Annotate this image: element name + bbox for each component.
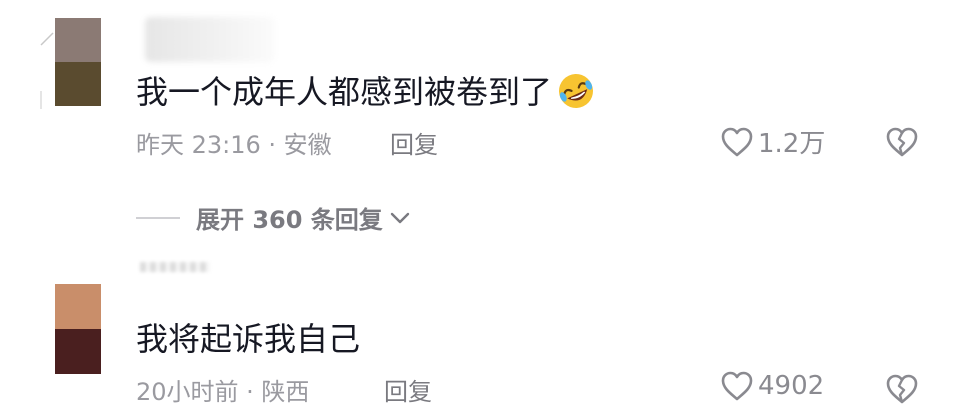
divider (136, 216, 180, 219)
heart-outline-icon (721, 127, 753, 156)
like-button[interactable]: 1.2万 (720, 123, 825, 160)
expand-replies-label: 展开 360 条回复 (196, 206, 383, 234)
like-count: 4902 (758, 371, 825, 401)
reply-button[interactable]: 回复 (384, 372, 432, 407)
comment-text: 我一个成年人都感到被卷到了 (136, 71, 596, 112)
nickname-redacted[interactable] (145, 17, 275, 62)
expand-replies-button[interactable]: 展开 360 条回复 (136, 200, 411, 235)
reply-button[interactable]: 回复 (390, 125, 438, 160)
comment-item: 我将起诉我自己 20小时前 · 陕西 回复 4902 (0, 262, 960, 413)
comment-text: 我将起诉我自己 (136, 320, 361, 358)
heart-outline-icon (721, 371, 753, 401)
broken-heart-icon[interactable] (885, 126, 919, 158)
like-button[interactable]: 4902 (720, 370, 824, 402)
like-count: 1.2万 (758, 129, 826, 159)
comment-time-location: 昨天 23:16 · 安徽 (136, 131, 332, 159)
nickname-redacted (140, 262, 210, 272)
decoration-icon (40, 32, 54, 109)
broken-heart-icon[interactable] (885, 373, 919, 405)
chevron-down-icon (390, 212, 410, 223)
comment-time-location: 20小时前 · 陕西 (136, 378, 310, 406)
avatar[interactable] (55, 284, 101, 374)
comment-item: 我一个成年人都感到被卷到了 昨天 23:16 · 安徽 回复 1.2万 展开 3… (0, 0, 960, 234)
rofl-emoji-icon (559, 74, 594, 108)
avatar[interactable] (55, 18, 101, 106)
